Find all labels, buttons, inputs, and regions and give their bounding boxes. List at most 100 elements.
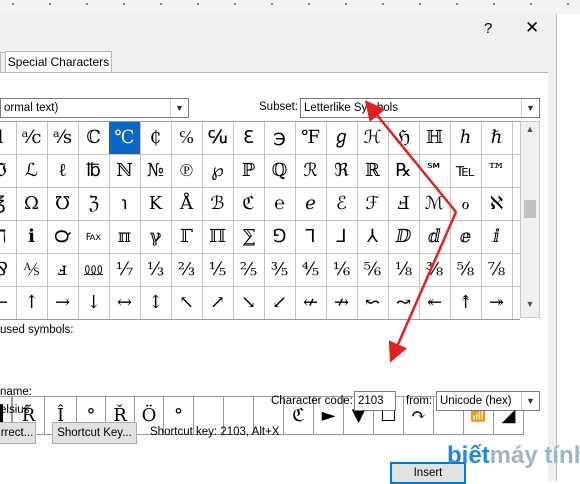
symbol-cell[interactable]: ℚ: [264, 155, 296, 188]
symbol-cell[interactable]: ⅃: [326, 221, 358, 254]
symbol-cell[interactable]: ↑: [16, 287, 48, 319]
symbol-cell[interactable]: ⅗: [264, 254, 296, 287]
symbol-cell[interactable]: ℐ: [512, 122, 520, 155]
symbol-cell[interactable]: ⅚: [357, 254, 389, 287]
symbol-cell[interactable]: ↙: [264, 287, 296, 319]
symbol-cell[interactable]: ℕ: [109, 155, 141, 188]
symbol-cell[interactable]: →: [47, 287, 79, 319]
symbol-cell[interactable]: ℭ: [233, 188, 265, 221]
symbol-cell[interactable]: ⅞: [481, 254, 513, 287]
symbol-cell[interactable]: ⅅ: [388, 221, 420, 254]
symbol-cell[interactable]: ⅏: [78, 254, 110, 287]
help-button[interactable]: ?: [484, 20, 492, 37]
symbol-cell[interactable]: K: [140, 188, 172, 221]
symbol-cell[interactable]: ⅉ: [512, 221, 520, 254]
symbol-cell[interactable]: ℠: [419, 155, 451, 188]
symbol-grid[interactable]: l ᵃ⁄c ᵃ⁄s ℂ ℃ ₵ ℅ ℆ ℇ ℈ ℉ ℊ ℋ ℌ ℍ ℎ ℏ ℐ …: [0, 121, 520, 320]
symbol-cell[interactable]: ℮: [264, 188, 296, 221]
symbol-cell[interactable]: ⅕: [202, 254, 234, 287]
symbol-cell[interactable]: ℌ: [388, 122, 420, 155]
tab-special-characters[interactable]: Special Characters: [5, 51, 112, 74]
symbol-cell[interactable]: ⅝: [450, 254, 482, 287]
symbol-cell[interactable]: ℴ: [450, 188, 482, 221]
symbol-cell[interactable]: ℧: [47, 188, 79, 221]
symbol-cell[interactable]: ⅛: [388, 254, 420, 287]
symbol-cell[interactable]: ℅: [171, 122, 203, 155]
subset-select[interactable]: Letterlike Symbols ▼: [300, 98, 540, 118]
symbol-cell[interactable]: ⅁: [264, 221, 296, 254]
symbol-cell[interactable]: ℣: [512, 155, 520, 188]
symbol-cell[interactable]: Å: [171, 188, 203, 221]
symbol-cell[interactable]: ℓ: [47, 155, 79, 188]
character-code-input[interactable]: 2103: [354, 391, 396, 411]
symbol-cell[interactable]: ℂ: [78, 122, 110, 155]
symbol-cell[interactable]: ᵃ⁄c: [16, 122, 48, 155]
symbol-cell[interactable]: ⅍: [16, 254, 48, 287]
symbol-cell[interactable]: ℵ: [481, 188, 513, 221]
symbol-cell[interactable]: ℊ: [326, 122, 358, 155]
symbol-cell[interactable]: ℘: [202, 155, 234, 188]
symbol-cell[interactable]: ⅈ: [481, 221, 513, 254]
symbol-cell[interactable]: ↗: [202, 287, 234, 319]
symbol-cell[interactable]: ↓: [78, 287, 110, 319]
symbol-cell[interactable]: ℱ: [357, 188, 389, 221]
chevron-down-icon[interactable]: ▼: [521, 99, 539, 117]
symbol-cell[interactable]: ↜: [357, 287, 389, 319]
symbol-cell[interactable]: ⅇ: [450, 221, 482, 254]
symbol-cell[interactable]: ⅆ: [419, 221, 451, 254]
symbol-cell[interactable]: ℽ: [140, 221, 172, 254]
symbol-cell[interactable]: ℹ: [16, 221, 48, 254]
symbol-cell[interactable]: ⅓: [140, 254, 172, 287]
symbol-cell[interactable]: ℯ: [295, 188, 327, 221]
symbol-cell[interactable]: ₵: [140, 122, 172, 155]
scroll-thumb[interactable]: [524, 200, 536, 218]
symbol-cell[interactable]: ℋ: [357, 122, 389, 155]
symbol-cell[interactable]: ←: [0, 287, 17, 319]
symbol-cell[interactable]: ↝: [388, 287, 420, 319]
symbol-cell[interactable]: ↡: [512, 287, 521, 319]
symbol-cell[interactable]: ↕: [140, 287, 172, 319]
symbol-cell[interactable]: ⅟: [512, 254, 520, 287]
close-button[interactable]: ✕: [525, 18, 539, 38]
symbol-cell[interactable]: ℰ: [326, 188, 358, 221]
symbol-cell[interactable]: ↚: [295, 287, 327, 319]
symbol-cell[interactable]: ℞: [388, 155, 420, 188]
symbol-cell[interactable]: ℻: [78, 221, 110, 254]
symbol-cell[interactable]: ↛: [326, 287, 358, 319]
symbol-cell[interactable]: ↞: [419, 287, 451, 319]
symbol-cell[interactable]: ℇ: [233, 122, 265, 155]
symbol-cell[interactable]: ℾ: [171, 221, 203, 254]
symbol-cell[interactable]: l: [0, 122, 17, 155]
symbol-cell[interactable]: ℸ: [0, 221, 17, 254]
symbol-cell[interactable]: ℳ: [419, 188, 451, 221]
chevron-down-icon[interactable]: ▼: [170, 99, 188, 117]
scroll-down-icon[interactable]: ▼: [521, 299, 539, 315]
from-select[interactable]: Unicode (hex) ▼: [436, 391, 540, 411]
symbol-cell[interactable]: ↟: [450, 287, 482, 319]
symbol-cell-selected[interactable]: ℃: [109, 122, 141, 155]
symbol-cell[interactable]: Ⅎ: [388, 188, 420, 221]
symbol-cell[interactable]: ⅎ: [47, 254, 79, 287]
chevron-down-icon[interactable]: ▼: [521, 392, 539, 410]
symbol-cell[interactable]: ℍ: [419, 122, 451, 155]
autocorrect-button[interactable]: rrect...: [0, 422, 36, 444]
symbol-cell[interactable]: ℜ: [326, 155, 358, 188]
symbol-cell[interactable]: ↖: [171, 287, 203, 319]
symbol-cell[interactable]: ᵃ⁄s: [47, 122, 79, 155]
symbol-cell[interactable]: ℔: [78, 155, 110, 188]
symbol-cell[interactable]: ↔: [109, 287, 141, 319]
symbol-cell[interactable]: ℩: [109, 188, 141, 221]
symbol-cell[interactable]: ⅀: [233, 221, 265, 254]
symbol-grid-scrollbar[interactable]: ▲ ▼: [520, 121, 540, 318]
symbol-cell[interactable]: ℆: [202, 122, 234, 155]
symbol-cell[interactable]: ℉: [295, 122, 327, 155]
symbol-cell[interactable]: ⅜: [419, 254, 451, 287]
symbol-cell[interactable]: ⅄: [357, 221, 389, 254]
symbol-cell[interactable]: ℬ: [202, 188, 234, 221]
symbol-cell[interactable]: ℛ: [295, 155, 327, 188]
symbol-cell[interactable]: ⅐: [109, 254, 141, 287]
symbol-cell[interactable]: ℥: [0, 188, 17, 221]
symbol-cell[interactable]: ℿ: [202, 221, 234, 254]
symbol-cell[interactable]: ™: [481, 155, 513, 188]
symbol-cell[interactable]: ℏ: [481, 122, 513, 155]
